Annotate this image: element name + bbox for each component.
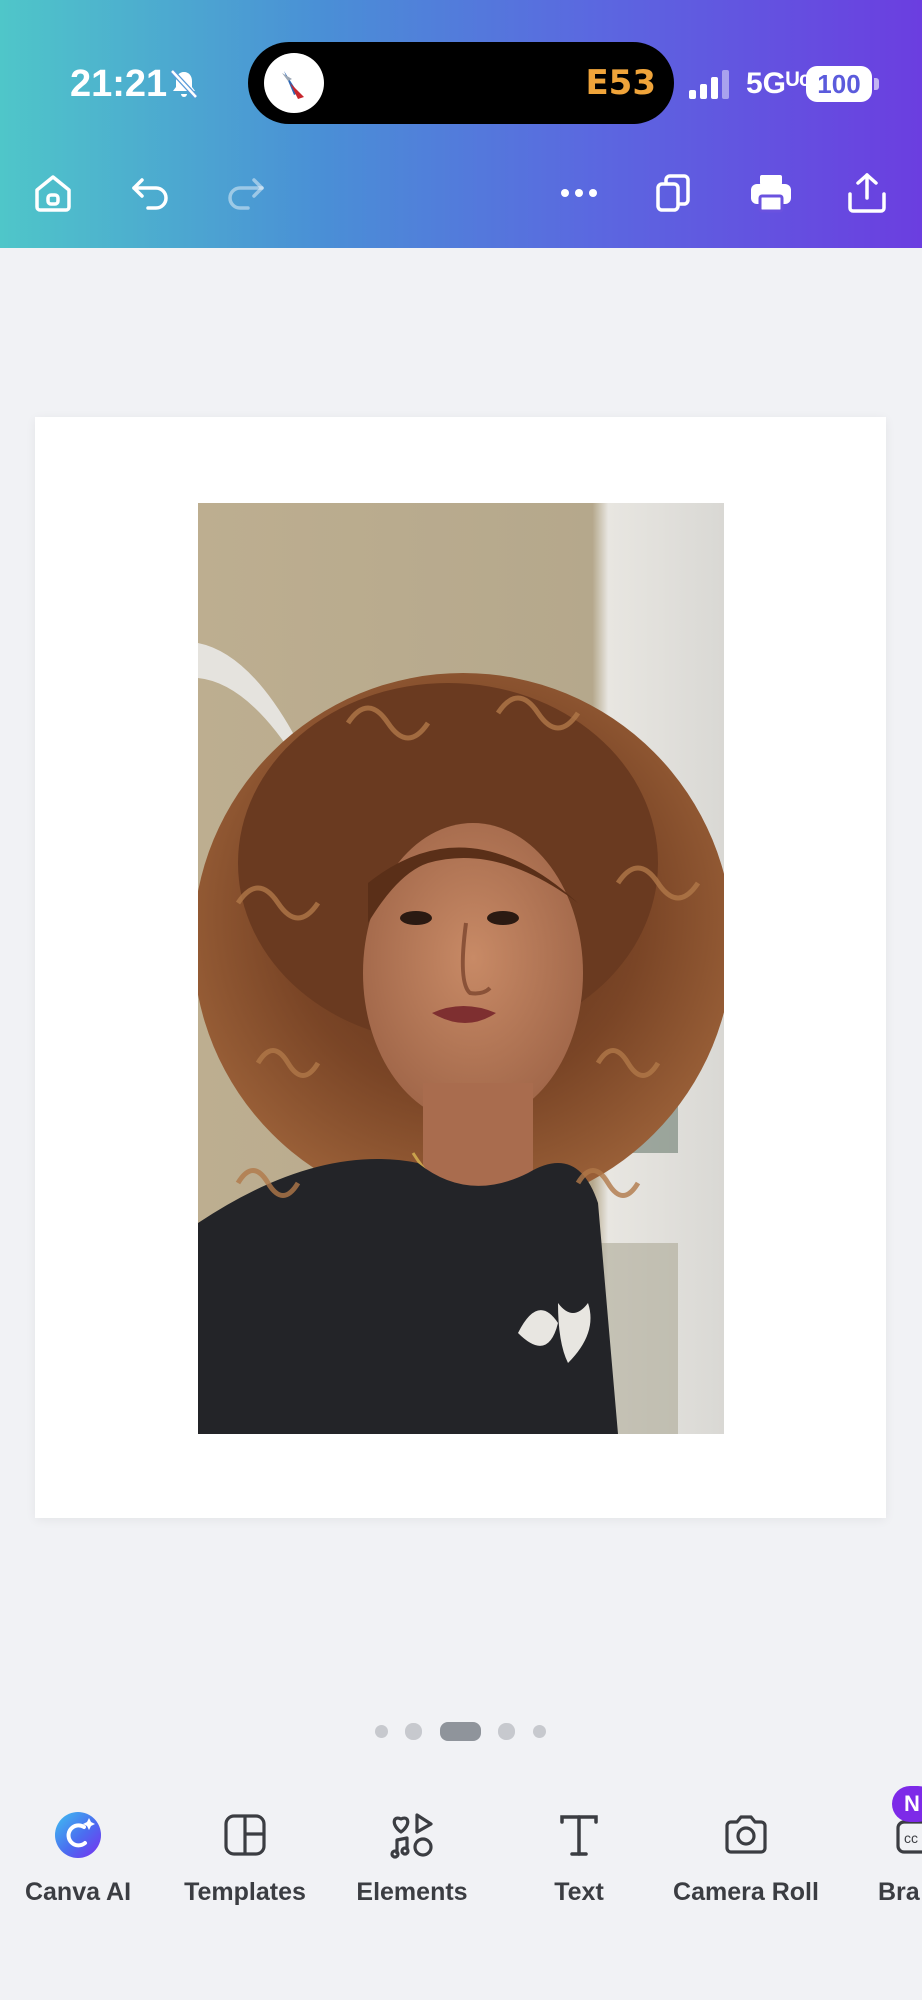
- toolbar-item-templates[interactable]: Templates: [175, 1790, 315, 1930]
- camera-icon: [725, 1815, 767, 1854]
- portrait-image: [198, 503, 724, 1434]
- share-icon: [848, 173, 886, 213]
- undo-button[interactable]: [124, 166, 178, 220]
- elements-icon: [390, 1813, 433, 1859]
- toolbar-item-elements[interactable]: Elements: [342, 1790, 482, 1930]
- redo-button[interactable]: [218, 166, 272, 220]
- dynamic-island[interactable]: E53: [248, 42, 674, 124]
- duplicate-page-button[interactable]: [648, 166, 702, 220]
- duplicate-page-icon: [656, 174, 690, 212]
- bottom-toolbar: Canva AI Templates Elements Text Camera …: [0, 1790, 922, 2000]
- battery-cap: [874, 78, 879, 90]
- toolbar-label-canva-ai: Canva AI: [24, 1878, 132, 1906]
- svg-text:cc: cc: [904, 1830, 918, 1846]
- redo-icon: [228, 178, 264, 210]
- page-dot-4[interactable]: [498, 1723, 515, 1740]
- text-icon: [560, 1815, 598, 1856]
- page-indicator[interactable]: [0, 1722, 922, 1742]
- toolbar-label-camera-roll: Camera Roll: [673, 1878, 819, 1906]
- toolbar-label-text: Text: [554, 1878, 604, 1906]
- design-page[interactable]: [35, 417, 886, 1518]
- battery-indicator: 100: [806, 66, 872, 102]
- toolbar-item-text[interactable]: Text: [509, 1790, 649, 1930]
- home-icon: [35, 175, 71, 212]
- portrait-photo[interactable]: [198, 503, 724, 1434]
- editor-header: 21:21 E53 5Gᵁᶜ 100: [0, 0, 922, 248]
- page-dot-3-active[interactable]: [440, 1722, 481, 1741]
- toolbar-label-elements: Elements: [356, 1878, 468, 1906]
- page-dot-2[interactable]: [405, 1723, 422, 1740]
- share-button[interactable]: [840, 166, 894, 220]
- live-activity-code: E53: [585, 63, 656, 103]
- more-icon: [561, 189, 597, 197]
- status-time: 21:21: [70, 63, 168, 105]
- page-dot-1[interactable]: [375, 1725, 388, 1738]
- print-button[interactable]: [744, 166, 798, 220]
- canva-ai-icon: [55, 1812, 101, 1858]
- toolbar-item-camera-roll[interactable]: Camera Roll: [666, 1790, 826, 1930]
- home-button[interactable]: [26, 166, 80, 220]
- undo-icon: [132, 178, 168, 210]
- templates-icon: [224, 1814, 266, 1856]
- cellular-signal-icon: [689, 70, 729, 99]
- new-badge: N: [892, 1786, 922, 1822]
- airline-logo-icon: [264, 53, 324, 113]
- bell-mute-icon: [170, 69, 198, 99]
- toolbar-item-canva-ai[interactable]: Canva AI: [8, 1790, 148, 1930]
- more-options-button[interactable]: [552, 166, 606, 220]
- network-type: 5Gᵁᶜ: [746, 67, 811, 100]
- print-icon: [751, 175, 791, 213]
- toolbar-label-brand: Bra: [878, 1878, 920, 1906]
- page-dot-5[interactable]: [533, 1725, 546, 1738]
- toolbar-label-templates: Templates: [184, 1878, 306, 1906]
